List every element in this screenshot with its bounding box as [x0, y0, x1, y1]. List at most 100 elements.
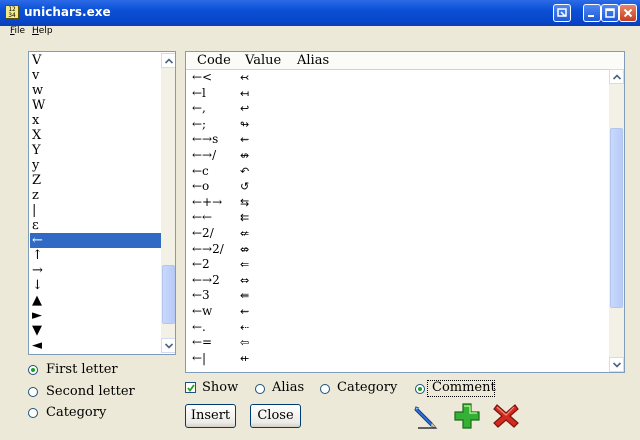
table-row[interactable]: ←→s ⇜	[186, 132, 606, 147]
list-item[interactable]: ↑	[30, 248, 162, 263]
radio-button[interactable]	[28, 408, 38, 418]
chevron-up-icon	[613, 74, 621, 80]
edit-pencil-icon	[414, 406, 438, 430]
scroll-up-button[interactable]	[609, 69, 624, 84]
scroll-thumb[interactable]	[610, 127, 623, 308]
list-item[interactable]: ►	[30, 308, 162, 323]
minimize-icon	[588, 15, 594, 17]
radio-show-category-label: Category	[337, 380, 398, 395]
list-item[interactable]: x	[30, 113, 162, 128]
list-item[interactable]: ←	[30, 233, 162, 248]
cell-value: ↶	[240, 164, 250, 178]
cell-value: ⇇	[240, 211, 250, 225]
list-item[interactable]: ↓	[30, 278, 162, 293]
letter-list[interactable]: Vv w Wx X Yy Zz | ε ← ↑ → ↓ ▲ ► ▼ ◄	[28, 51, 176, 355]
list-item[interactable]: ▲	[30, 293, 162, 308]
close-window-button[interactable]	[619, 4, 637, 22]
maximize-button[interactable]	[601, 4, 619, 22]
table-header: Code Value Alias	[186, 52, 624, 70]
table-row[interactable]: ←| ⇷	[186, 351, 606, 366]
column-value[interactable]: Value	[245, 52, 281, 69]
scroll-down-button[interactable]	[609, 357, 624, 372]
list-item[interactable]: ▼	[30, 323, 162, 338]
list-item[interactable]: V	[30, 53, 162, 68]
table-row[interactable]: ←→2/ ⇎	[186, 242, 606, 257]
table-row[interactable]: ←c ↶	[186, 164, 606, 179]
menu-file[interactable]: File	[10, 26, 25, 36]
close-icon	[623, 8, 633, 18]
cell-code: ←3	[192, 288, 210, 303]
table-row[interactable]: ←. ⇠	[186, 320, 606, 335]
cell-value: ↬	[240, 117, 250, 131]
list-item[interactable]: W	[30, 98, 162, 113]
table-scrollbar[interactable]	[609, 69, 624, 372]
cell-code: ←2/	[192, 226, 214, 240]
cell-value: ⇐	[240, 258, 250, 272]
table-row[interactable]: ←= ⇦	[186, 335, 606, 350]
edit-tool-button[interactable]	[411, 401, 441, 431]
show-checkbox[interactable]	[185, 382, 196, 393]
menu-help[interactable]: Help	[32, 26, 53, 36]
table-row[interactable]: ←< ↢	[186, 70, 606, 85]
add-tool-button[interactable]	[452, 401, 482, 431]
scroll-up-button[interactable]	[161, 53, 175, 68]
cell-value: ⇔	[240, 273, 250, 287]
table-row[interactable]: ←→/ ↮	[186, 148, 606, 163]
list-item[interactable]: y	[30, 158, 162, 173]
list-item[interactable]: ε	[30, 218, 162, 233]
char-table[interactable]: Code Value Alias ←< ↢ ←l ↤ ←, ↩ ←; ↬ ←→s ⇜ ←→/ ↮ ←c ↶…	[185, 51, 625, 373]
table-row[interactable]: ←w ⇜	[186, 304, 606, 319]
column-alias[interactable]: Alias	[297, 52, 329, 69]
cell-code: ←→2	[192, 272, 220, 287]
chevron-down-icon	[613, 362, 621, 368]
cell-code: ←←	[192, 210, 213, 225]
cell-code: ←<	[192, 70, 213, 84]
scroll-down-button[interactable]	[161, 338, 175, 353]
list-item[interactable]: X	[30, 128, 162, 143]
cell-code: ←+→	[192, 194, 223, 209]
pin-icon	[557, 8, 567, 17]
list-item[interactable]: →	[30, 263, 162, 278]
radio-comment[interactable]	[415, 384, 425, 394]
cell-code: ←.	[192, 319, 206, 334]
list-item[interactable]: ◄	[30, 338, 162, 353]
radio-button[interactable]	[28, 365, 38, 375]
cell-code: ←;	[192, 116, 207, 131]
list-item[interactable]: v	[30, 68, 162, 83]
cell-value: ⇜	[240, 133, 250, 147]
cell-code: ←→s	[192, 132, 219, 147]
delete-tool-button[interactable]	[491, 401, 521, 431]
radio-show-category[interactable]	[320, 384, 330, 394]
cell-code: ←w	[192, 304, 213, 318]
column-code[interactable]: Code	[197, 52, 231, 69]
list-item[interactable]: z	[30, 188, 162, 203]
table-row[interactable]: ←2/ ⇍	[186, 226, 606, 241]
table-row[interactable]: ←; ↬	[186, 117, 606, 132]
table-row[interactable]: ←+→ ⇆	[186, 195, 606, 210]
window-extra-button[interactable]	[553, 4, 571, 22]
list-item[interactable]: w	[30, 83, 162, 98]
radio-alias-label: Alias	[272, 380, 305, 395]
table-row[interactable]: ←, ↩	[186, 101, 606, 116]
table-row[interactable]: ←l ↤	[186, 86, 606, 101]
table-row[interactable]: ←→2 ⇔	[186, 273, 606, 288]
close-button[interactable]: Close	[250, 404, 301, 428]
show-label: Show	[202, 380, 239, 395]
cell-value: ↺	[240, 180, 250, 194]
table-row[interactable]: ←o ↺	[186, 179, 606, 194]
chevron-up-icon	[165, 58, 173, 64]
list-item[interactable]: Z	[30, 173, 162, 188]
scroll-thumb[interactable]	[162, 265, 175, 325]
minimize-button[interactable]	[583, 4, 601, 22]
letter-list-scrollbar[interactable]	[161, 53, 175, 353]
list-item[interactable]: Y	[30, 143, 162, 158]
table-row[interactable]: ←← ⇇	[186, 210, 606, 225]
cell-code: ←l	[192, 85, 206, 100]
insert-button[interactable]: Insert	[185, 404, 236, 428]
table-row[interactable]: ←3 ⇚	[186, 288, 606, 303]
list-item[interactable]: |	[30, 203, 162, 218]
radio-label: First letter	[46, 362, 118, 377]
radio-alias[interactable]	[255, 384, 265, 394]
radio-button[interactable]	[28, 387, 38, 397]
table-row[interactable]: ←2 ⇐	[186, 257, 606, 272]
